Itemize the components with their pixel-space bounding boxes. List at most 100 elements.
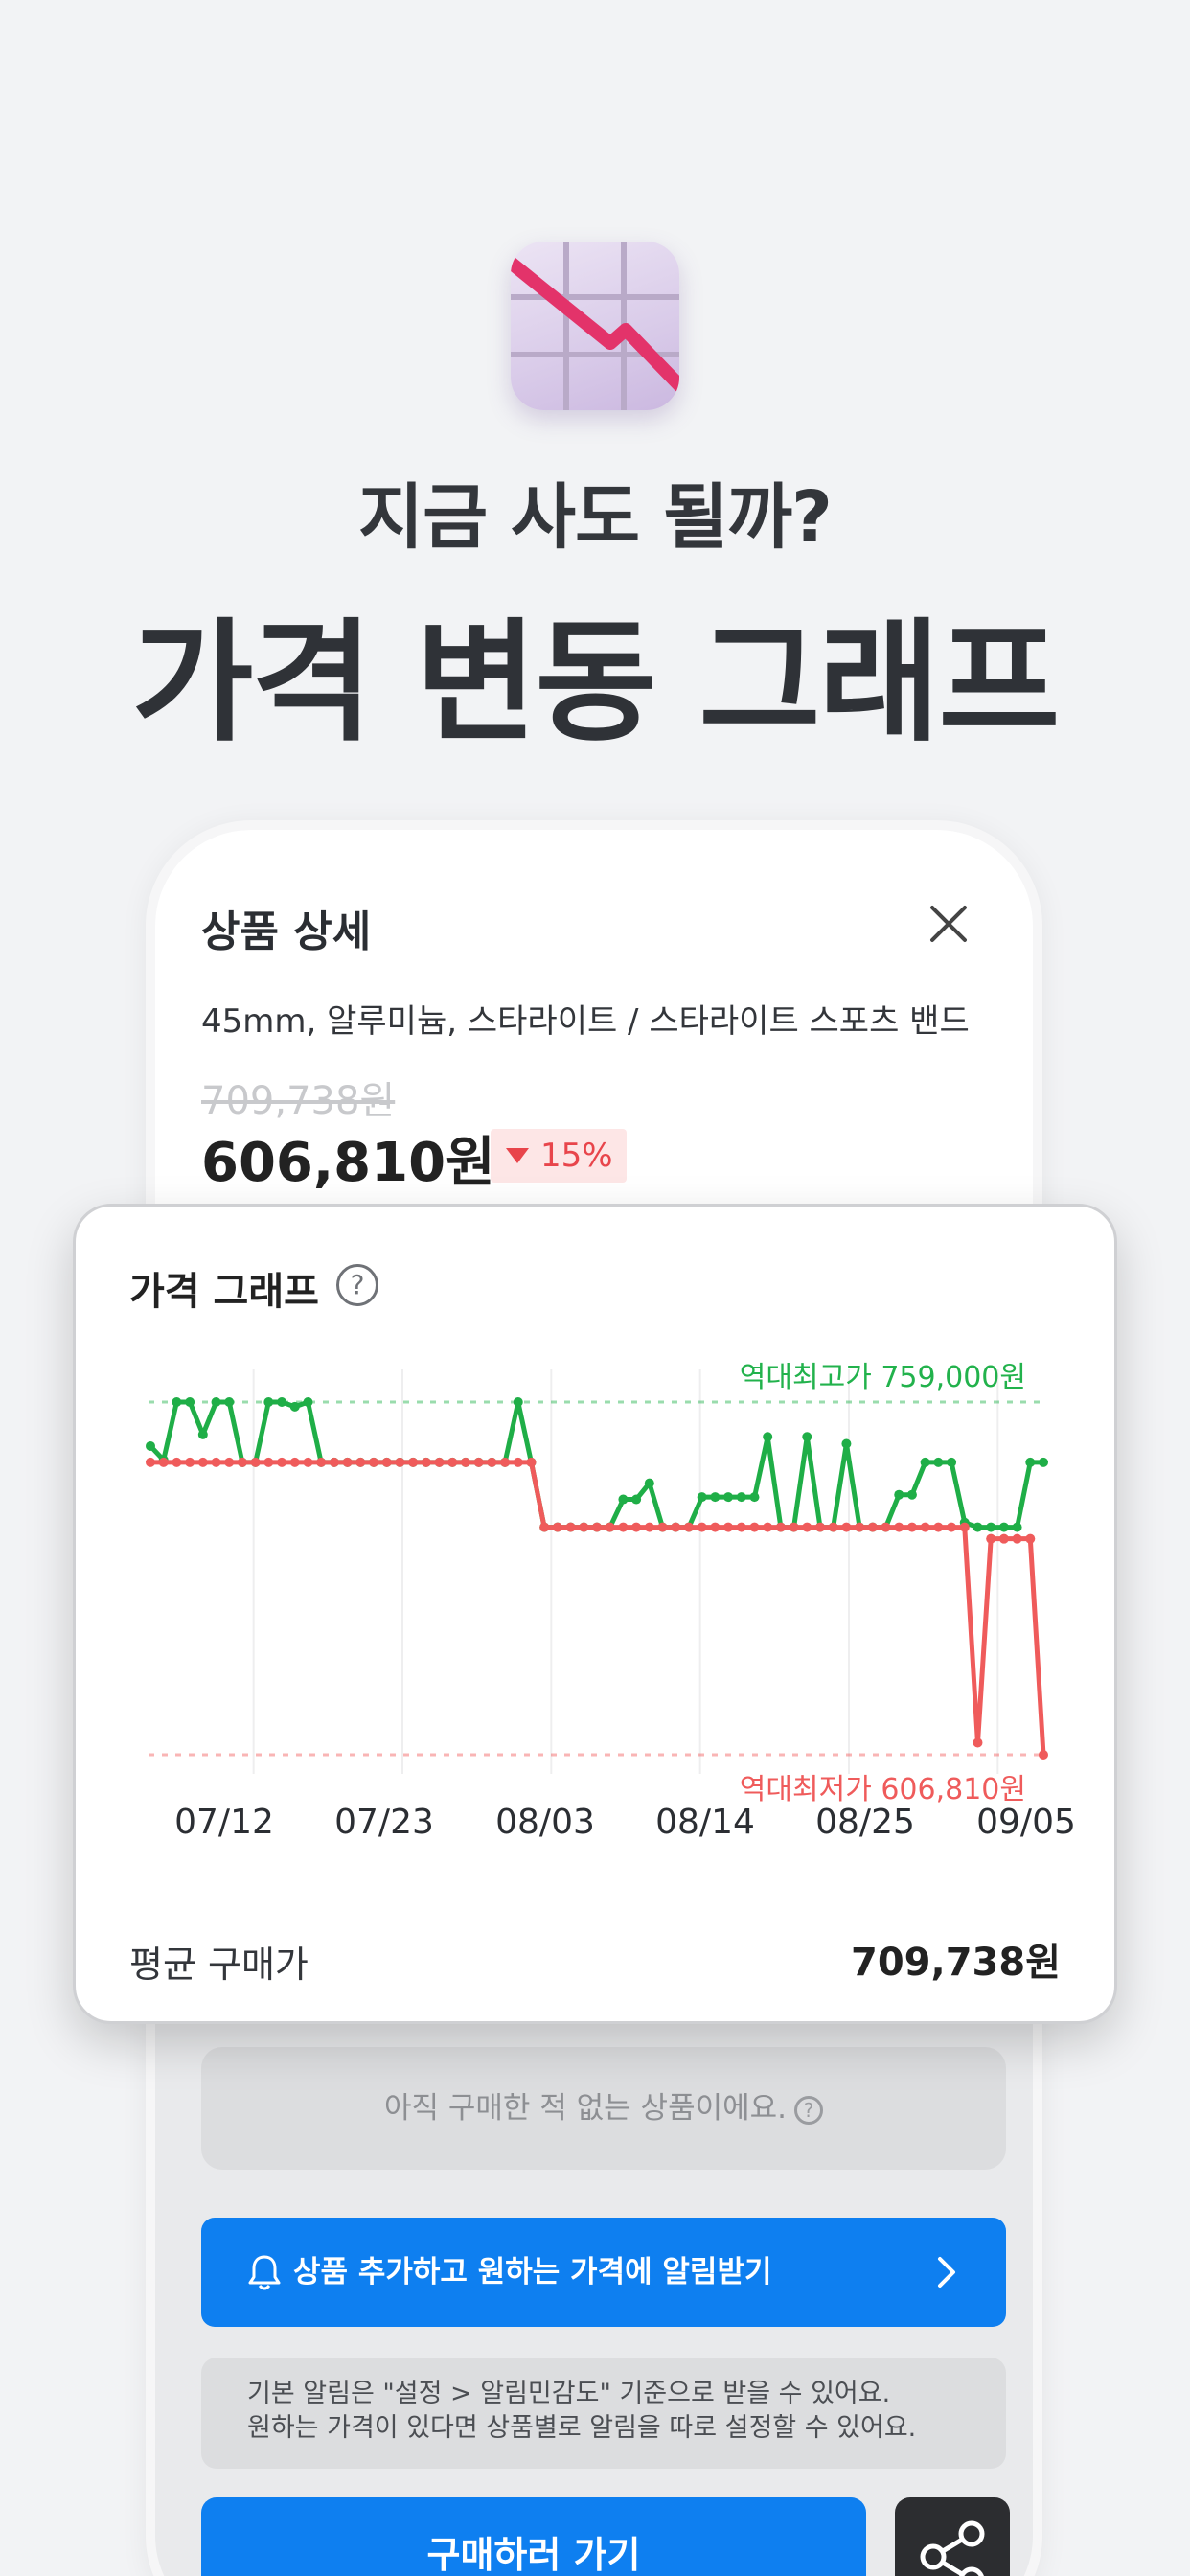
data-point — [947, 1457, 957, 1467]
x-tick-label: 07/23 — [334, 1803, 434, 1842]
x-tick-label: 09/05 — [976, 1803, 1076, 1842]
data-point — [185, 1397, 195, 1407]
notice-text: 아직 구매한 적 없는 상품이에요. — [383, 2091, 788, 2126]
data-point — [710, 1492, 721, 1503]
data-point — [316, 1457, 327, 1467]
data-point — [644, 1522, 654, 1532]
data-point — [815, 1522, 825, 1532]
data-point — [683, 1522, 694, 1532]
high-price-annotation: 역대최고가 759,000원 — [740, 1361, 1026, 1394]
data-point — [697, 1522, 707, 1532]
low-price-annotation: 역대최저가 606,810원 — [740, 1773, 1026, 1806]
price-chart: 역대최고가 759,000원역대최저가 606,810원 07/12 07/23 08… — [146, 1361, 1076, 1842]
data-point — [933, 1457, 944, 1467]
data-point — [552, 1522, 562, 1532]
chart-decreasing-icon — [511, 242, 679, 410]
data-point — [881, 1522, 891, 1532]
data-point — [303, 1397, 313, 1407]
data-point — [763, 1522, 773, 1532]
average-price-value: 709,738원 — [851, 1941, 1061, 1985]
data-point — [381, 1457, 392, 1467]
x-tick-label: 08/14 — [655, 1803, 755, 1842]
detail-title: 상품 상세 — [201, 908, 372, 956]
data-point — [1039, 1750, 1048, 1760]
data-point — [671, 1522, 681, 1532]
price-graph-card: 가격 그래프 ? 역대최고가 759,000원역대최저가 606,810원 07/… — [73, 1204, 1117, 2024]
data-point — [421, 1457, 431, 1467]
graph-title: 가격 그래프 — [129, 1270, 319, 1314]
alert-info-box: 기본 알림은 "설정 > 알림민감도" 기준으로 받을 수 있어요. 원하는 가… — [201, 2358, 1006, 2469]
data-point — [408, 1457, 419, 1467]
data-point — [894, 1522, 904, 1532]
data-point — [579, 1522, 589, 1532]
data-point — [618, 1522, 629, 1532]
data-point — [1012, 1533, 1022, 1544]
data-point — [395, 1457, 405, 1467]
data-point — [355, 1457, 366, 1467]
data-point — [146, 1440, 155, 1451]
data-point — [500, 1457, 511, 1467]
data-point — [460, 1457, 470, 1467]
data-point — [986, 1522, 996, 1532]
x-tick-label: 08/03 — [495, 1803, 595, 1842]
data-point — [867, 1522, 878, 1532]
data-point — [906, 1522, 917, 1532]
data-point — [342, 1457, 353, 1467]
data-point — [855, 1522, 865, 1532]
data-point — [986, 1533, 996, 1544]
data-point — [959, 1522, 970, 1532]
data-point — [631, 1522, 642, 1532]
average-price-label: 평균 구매가 — [129, 1944, 309, 1986]
hero-title: 가격 변동 그래프 — [131, 606, 1061, 760]
series-line-1 — [150, 1460, 1046, 1756]
data-point — [592, 1522, 602, 1532]
data-point — [697, 1492, 707, 1503]
price-alert-button[interactable]: 상품 추가하고 원하는 가격에 알림받기 — [201, 2218, 1006, 2327]
data-point — [565, 1522, 576, 1532]
data-point — [802, 1432, 812, 1442]
data-point — [618, 1494, 629, 1505]
data-point — [185, 1457, 195, 1467]
data-point — [906, 1489, 917, 1500]
data-point — [224, 1397, 235, 1407]
data-point — [775, 1522, 786, 1532]
data-point — [749, 1522, 760, 1532]
help-icon[interactable]: ? — [794, 2095, 824, 2125]
data-point — [434, 1457, 445, 1467]
purchase-notice: 아직 구매한 적 없는 상품이에요.? — [201, 2047, 1006, 2170]
data-point — [973, 1522, 983, 1532]
data-point — [1025, 1457, 1036, 1467]
data-point — [513, 1457, 523, 1467]
data-point — [736, 1492, 746, 1503]
data-point — [237, 1457, 247, 1467]
data-point — [211, 1457, 221, 1467]
data-point — [1012, 1522, 1022, 1532]
data-point — [250, 1457, 261, 1467]
data-point — [277, 1397, 287, 1407]
help-icon[interactable]: ? — [336, 1264, 378, 1306]
data-point — [933, 1522, 944, 1532]
data-point — [736, 1522, 746, 1532]
data-point — [539, 1522, 550, 1532]
alert-button-label: 상품 추가하고 원하는 가격에 알림받기 — [293, 2255, 772, 2289]
hero-subtitle: 지금 사도 될까? — [358, 476, 833, 559]
buy-button[interactable]: 구매하러 가기 — [201, 2497, 866, 2576]
data-point — [749, 1492, 760, 1503]
data-point — [998, 1533, 1009, 1544]
data-point — [763, 1432, 773, 1442]
data-point — [224, 1457, 235, 1467]
product-option: 45mm, 알루미늄, 스타라이트 / 스타라이트 스포츠 밴드 — [201, 1002, 970, 1041]
data-point — [263, 1397, 274, 1407]
share-button[interactable] — [895, 2497, 1010, 2576]
data-point — [841, 1522, 852, 1532]
discount-value: 15% — [540, 1137, 613, 1175]
data-point — [172, 1397, 182, 1407]
data-point — [947, 1522, 957, 1532]
data-point — [277, 1457, 287, 1467]
original-price: 709,738원 — [201, 1079, 396, 1123]
data-point — [487, 1457, 497, 1467]
data-point — [841, 1438, 852, 1449]
data-point — [197, 1429, 208, 1439]
data-point — [657, 1522, 668, 1532]
close-icon[interactable] — [922, 897, 975, 951]
